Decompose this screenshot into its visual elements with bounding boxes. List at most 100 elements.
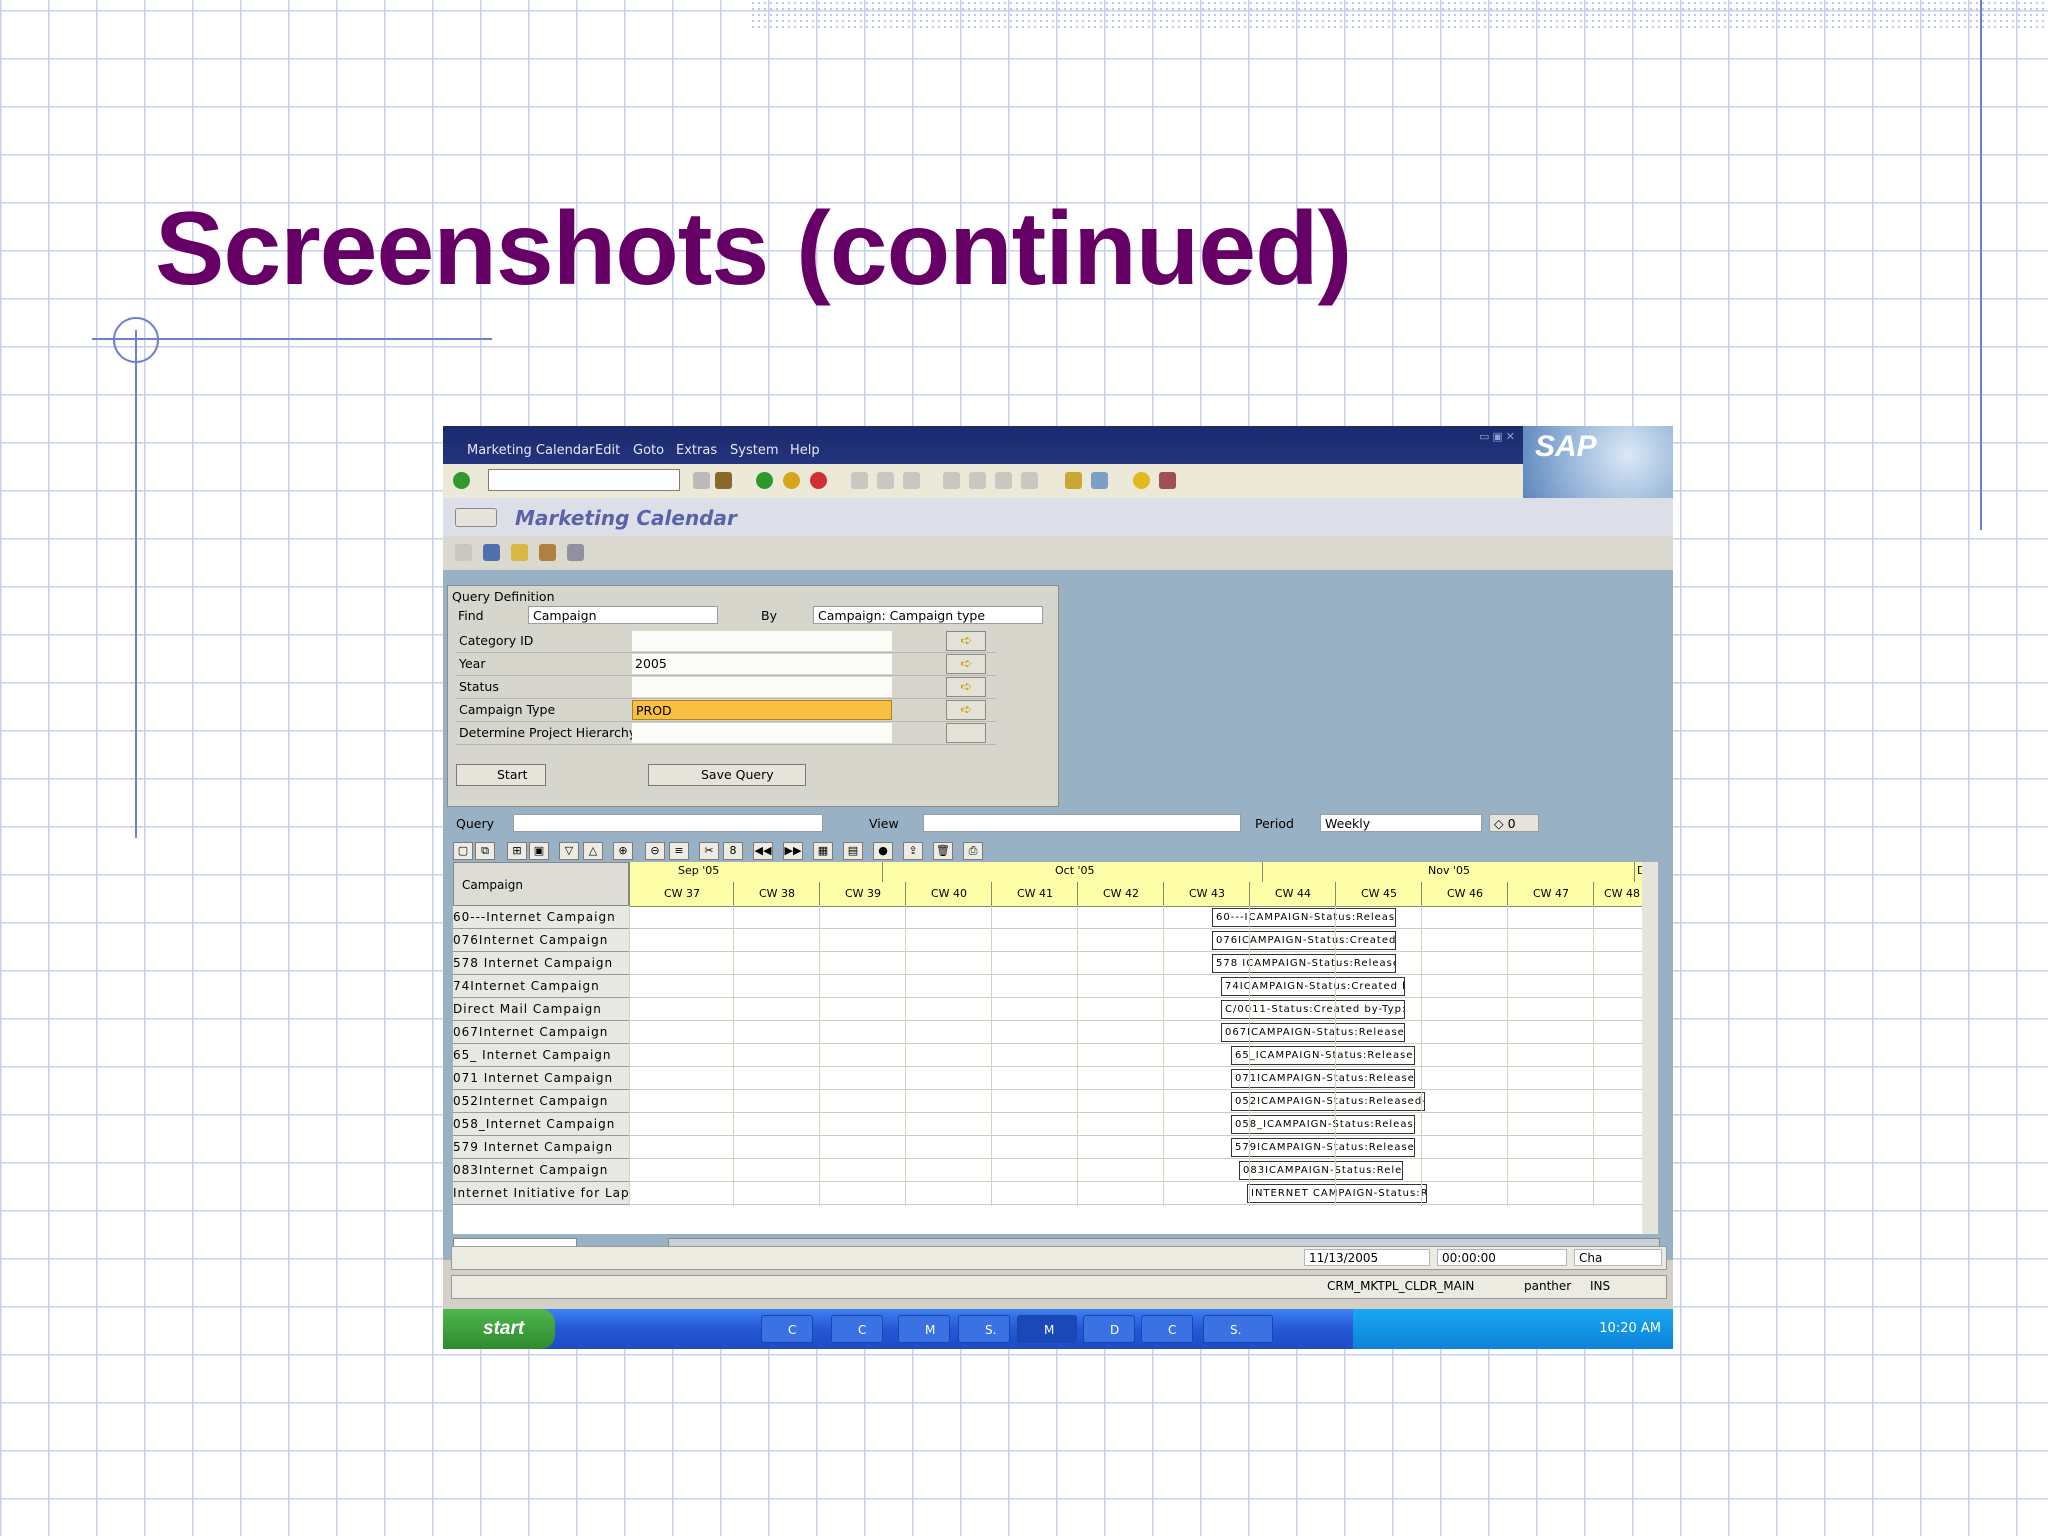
start-button[interactable]: Start	[456, 764, 546, 786]
taskbar-button-active[interactable]: M	[1017, 1315, 1077, 1343]
last-page-icon[interactable]	[1021, 472, 1038, 489]
zoom-in-icon[interactable]: ⊕	[613, 842, 633, 860]
print-icon[interactable]	[851, 472, 868, 489]
shortcut-icon[interactable]	[1091, 472, 1108, 489]
campaign-bar[interactable]: 071ICAMPAIGN-Status:Released	[1231, 1069, 1415, 1088]
vertical-scrollbar[interactable]	[1642, 862, 1658, 1234]
campaign-row-label[interactable]: 74Internet Campaign	[453, 975, 629, 998]
campaign-row-label[interactable]: 60---Internet Campaign	[453, 906, 629, 929]
campaign-row-label[interactable]: 052Internet Campaign	[453, 1090, 629, 1113]
campaign-row-label[interactable]: Direct Mail Campaign	[453, 998, 629, 1021]
taskbar-button[interactable]: S.	[958, 1315, 1010, 1343]
menu-extras[interactable]: Extras	[676, 443, 717, 458]
save-icon[interactable]	[715, 472, 732, 489]
forward-icon[interactable]: ▶▶	[783, 842, 803, 860]
menu-marketing-calendar[interactable]: Marketing Calendar	[467, 443, 594, 458]
align-icon[interactable]: ≡	[669, 842, 689, 860]
next-page-icon[interactable]	[995, 472, 1012, 489]
filter-up-icon[interactable]: △	[583, 842, 603, 860]
taskbar-button[interactable]: S.	[1203, 1315, 1273, 1343]
menu-edit[interactable]: Edit	[595, 443, 620, 458]
campaign-row-label[interactable]: 071 Internet Campaign	[453, 1067, 629, 1090]
new-session-icon[interactable]	[1065, 472, 1082, 489]
taskbar-button[interactable]: C	[1141, 1315, 1193, 1343]
status-input[interactable]	[632, 677, 892, 697]
taskbar-button[interactable]: C	[831, 1315, 883, 1343]
link-icon[interactable]: 8	[723, 842, 743, 860]
view-select[interactable]	[923, 814, 1241, 832]
campaign-bar[interactable]: 60---ICAMPAIGN-Status:Release	[1212, 908, 1396, 927]
export-icon[interactable]: ⇪	[903, 842, 923, 860]
campaign-row-label[interactable]: 578 Internet Campaign	[453, 952, 629, 975]
campaign-bar[interactable]: INTERNET CAMPAIGN-Status:R	[1247, 1184, 1427, 1203]
campaign-row-label[interactable]: 076Internet Campaign	[453, 929, 629, 952]
campaign-row-label[interactable]: 65_ Internet Campaign	[453, 1044, 629, 1067]
find-select[interactable]: Campaign	[528, 606, 718, 624]
save-query-button[interactable]: Save Query	[648, 764, 806, 786]
counter-field[interactable]: ◇ 0	[1489, 814, 1539, 832]
menu-help[interactable]: Help	[790, 443, 820, 458]
exit-icon[interactable]	[783, 472, 800, 489]
details-icon[interactable]	[511, 544, 528, 561]
start-button[interactable]: start	[443, 1309, 555, 1349]
rewind-icon[interactable]: ◀◀	[753, 842, 773, 860]
campaign-bar[interactable]: 579ICAMPAIGN-Status:Released	[1231, 1138, 1415, 1157]
arrow-icon[interactable]: ➪	[946, 700, 986, 720]
query-definition-tab[interactable]: Query Definition	[452, 589, 555, 604]
layout-icon[interactable]	[1159, 472, 1176, 489]
period-select[interactable]: Weekly	[1320, 814, 1482, 832]
help-icon[interactable]	[1133, 472, 1150, 489]
taskbar-button[interactable]: M	[898, 1315, 950, 1343]
campaign-row-label[interactable]: 067Internet Campaign	[453, 1021, 629, 1044]
back-icon[interactable]	[756, 472, 773, 489]
find-icon[interactable]	[877, 472, 894, 489]
arrow-icon[interactable]: ➪	[946, 677, 986, 697]
favorites-icon[interactable]	[455, 508, 497, 527]
grid-icon[interactable]: ▤	[843, 842, 863, 860]
new-document-icon[interactable]: ▢	[453, 842, 473, 860]
hierarchy-icon[interactable]	[455, 544, 472, 561]
category-id-input[interactable]	[632, 631, 892, 651]
taskbar-button[interactable]: C	[761, 1315, 813, 1343]
campaign-type-input[interactable]: PROD	[632, 700, 892, 720]
campaign-bar[interactable]: 076ICAMPAIGN-Status:Created b	[1212, 931, 1396, 950]
print-list-icon[interactable]: ⎙	[963, 842, 983, 860]
menu-system[interactable]: System	[730, 443, 778, 458]
campaign-bar[interactable]: 052ICAMPAIGN-Status:Released-T	[1231, 1092, 1425, 1111]
arrow-icon[interactable]: ➪	[946, 631, 986, 651]
table-icon[interactable]	[483, 544, 500, 561]
copy-icon[interactable]	[567, 544, 584, 561]
campaign-bar[interactable]: 083ICAMPAIGN-Status:Relea	[1239, 1161, 1403, 1180]
campaign-bar[interactable]: 578 ICAMPAIGN-Status:Released	[1212, 954, 1396, 973]
menu-goto[interactable]: Goto	[633, 443, 664, 458]
campaign-row-label[interactable]: 579 Internet Campaign	[453, 1136, 629, 1159]
campaign-row-label[interactable]: 058_Internet Campaign	[453, 1113, 629, 1136]
checkbox[interactable]	[946, 723, 986, 743]
filter-down-icon[interactable]: ▽	[559, 842, 579, 860]
legend-icon[interactable]: ●	[873, 842, 893, 860]
prev-page-icon[interactable]	[969, 472, 986, 489]
calendar-icon[interactable]: ▦	[813, 842, 833, 860]
find-next-icon[interactable]	[903, 472, 920, 489]
tools-icon[interactable]: ✂	[699, 842, 719, 860]
window-controls-icon[interactable]: ▭▣✕	[1479, 430, 1518, 443]
display-icon[interactable]: ▣	[529, 842, 549, 860]
query-select[interactable]	[513, 814, 823, 832]
campaign-column-header[interactable]: Campaign	[453, 862, 629, 906]
hierarchy-expand-icon[interactable]: ⊞	[507, 842, 527, 860]
delete-icon[interactable]: 🗑	[933, 842, 953, 860]
campaign-bar[interactable]: 65_ICAMPAIGN-Status:Released	[1231, 1046, 1415, 1065]
zoom-out-icon[interactable]: ⊖	[645, 842, 665, 860]
taskbar-button[interactable]: D	[1083, 1315, 1135, 1343]
campaign-row-label[interactable]: 083Internet Campaign	[453, 1159, 629, 1182]
campaign-bar[interactable]: 058_ICAMPAIGN-Status:Release	[1231, 1115, 1415, 1134]
year-input[interactable]: 2005	[632, 654, 892, 674]
first-page-icon[interactable]	[943, 472, 960, 489]
by-select[interactable]: Campaign: Campaign type	[813, 606, 1043, 624]
campaign-row-label[interactable]: Internet Initiative for Lapt	[453, 1182, 629, 1205]
arrow-icon[interactable]: ➪	[946, 654, 986, 674]
back-small-icon[interactable]	[693, 472, 710, 489]
command-field[interactable]	[488, 469, 680, 491]
person-icon[interactable]	[539, 544, 556, 561]
hierarchy-input[interactable]	[632, 723, 892, 743]
